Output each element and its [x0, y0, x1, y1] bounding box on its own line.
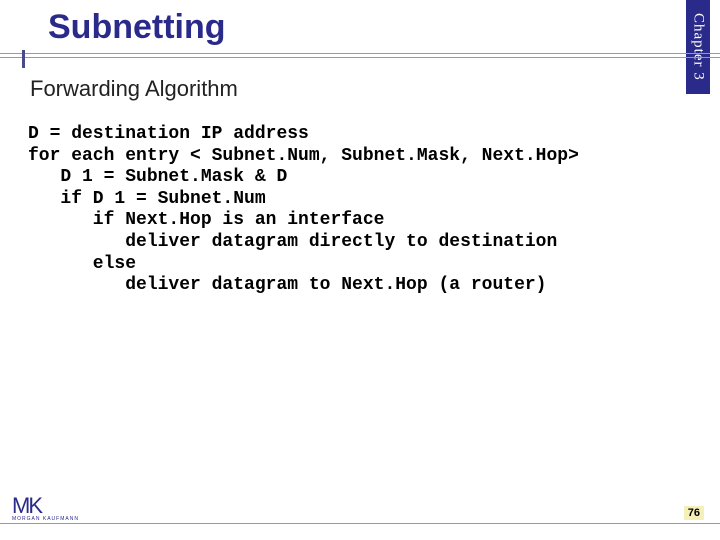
divider-bottom [0, 523, 720, 524]
logo-subtext: MORGAN KAUFMANN [12, 516, 79, 522]
slide-title: Subnetting [48, 8, 720, 47]
slide: Chapter 3 Subnetting Forwarding Algorith… [0, 0, 720, 540]
publisher-logo: MK MORGAN KAUFMANN [12, 497, 79, 522]
algorithm-code: D = destination IP address for each entr… [28, 124, 720, 297]
divider-top-1 [0, 53, 720, 54]
footer: MK MORGAN KAUFMANN 76 [0, 523, 720, 528]
logo-text: MK [12, 497, 41, 515]
section-subtitle: Forwarding Algorithm [30, 76, 720, 102]
title-area: Subnetting [0, 0, 720, 58]
divider-top-2 [0, 57, 720, 58]
title-tick-mark [22, 50, 25, 68]
logo-mark: MK [12, 497, 41, 515]
page-number: 76 [684, 506, 704, 520]
